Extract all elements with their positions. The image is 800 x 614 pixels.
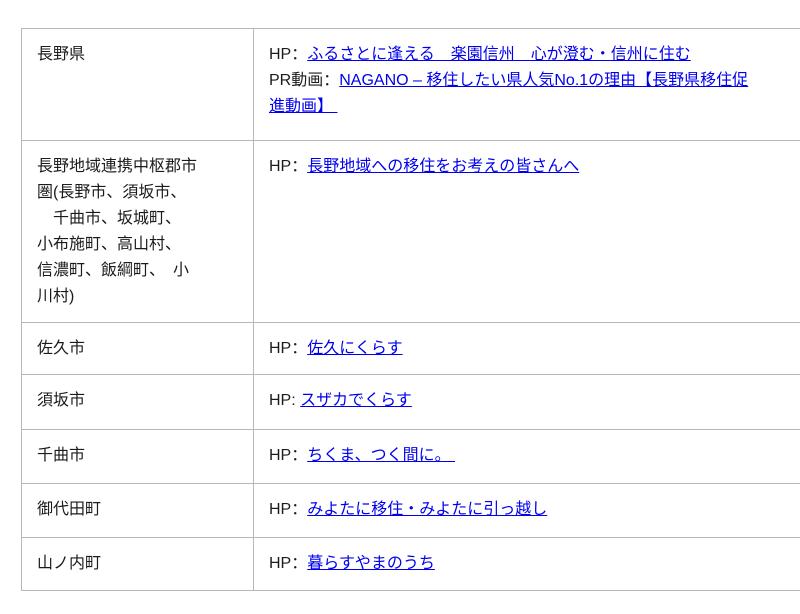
table-row: 佐久市 HP：佐久にくらす xyxy=(22,323,800,375)
hp-line: HP：ちくま、つく間に。 xyxy=(269,443,800,469)
region-cell: 千曲市 xyxy=(22,430,254,484)
hp-link[interactable]: スザカでくらす xyxy=(300,392,412,409)
hp-label: HP： xyxy=(269,447,307,464)
region-cell: 長野地域連携中枢郡市 圏(長野市、須坂市、 千曲市、坂城町、 小布施町、高山村、… xyxy=(22,141,254,323)
pr-video-link[interactable]: NAGANO – 移住したい県人気No.1の理由【長野県移住促 進動画】 xyxy=(269,72,748,115)
links-cell: HP：ちくま、つく間に。 xyxy=(254,430,800,484)
links-cell: HP：ふるさとに逢える 楽園信州 心が澄む・信州に住む PR動画：NAGANO … xyxy=(254,29,800,141)
hp-line: HP：長野地域への移住をお考えの皆さんへ xyxy=(269,154,800,180)
region-name: 長野県 xyxy=(37,42,239,68)
hp-line: HP：みよたに移住・みよたに引っ越し xyxy=(269,497,800,523)
table-row: 長野県 HP：ふるさとに逢える 楽園信州 心が澄む・信州に住む PR動画：NAG… xyxy=(22,29,800,141)
links-cell: HP：みよたに移住・みよたに引っ越し xyxy=(254,484,800,538)
hp-link[interactable]: みよたに移住・みよたに引っ越し xyxy=(307,501,547,518)
table-row: 須坂市 HP: スザカでくらす xyxy=(22,375,800,430)
municipality-hp-table: 長野県 HP：ふるさとに逢える 楽園信州 心が澄む・信州に住む PR動画：NAG… xyxy=(21,28,800,591)
hp-line: HP：暮らすやまのうち xyxy=(269,551,800,577)
hp-line: HP：佐久にくらす xyxy=(269,336,800,362)
region-name: 佐久市 xyxy=(37,336,239,362)
table-row: 長野地域連携中枢郡市 圏(長野市、須坂市、 千曲市、坂城町、 小布施町、高山村、… xyxy=(22,141,800,323)
hp-label: HP： xyxy=(269,340,307,357)
region-cell: 佐久市 xyxy=(22,323,254,375)
hp-label: HP： xyxy=(269,501,307,518)
links-cell: HP：長野地域への移住をお考えの皆さんへ xyxy=(254,141,800,323)
region-cell: 須坂市 xyxy=(22,375,254,430)
region-name: 御代田町 xyxy=(37,497,239,523)
hp-link[interactable]: ちくま、つく間に。 xyxy=(307,447,455,464)
links-cell: HP：佐久にくらす xyxy=(254,323,800,375)
hp-line: HP: スザカでくらす xyxy=(269,388,800,414)
hp-link[interactable]: 長野地域への移住をお考えの皆さんへ xyxy=(307,158,579,175)
table-row: 千曲市 HP：ちくま、つく間に。 xyxy=(22,430,800,484)
hp-link[interactable]: 佐久にくらす xyxy=(307,340,402,357)
links-cell: HP: スザカでくらす xyxy=(254,375,800,430)
hp-label: HP: xyxy=(269,392,300,409)
region-cell: 御代田町 xyxy=(22,484,254,538)
hp-link[interactable]: 暮らすやまのうち xyxy=(307,555,435,572)
region-name: 長野地域連携中枢郡市 圏(長野市、須坂市、 千曲市、坂城町、 小布施町、高山村、… xyxy=(37,154,239,310)
region-name: 須坂市 xyxy=(37,388,239,414)
pr-video-line: PR動画：NAGANO – 移住したい県人気No.1の理由【長野県移住促 進動画… xyxy=(269,68,800,120)
region-name: 山ノ内町 xyxy=(37,551,239,577)
links-cell: HP：暮らすやまのうち xyxy=(254,538,800,591)
hp-line: HP：ふるさとに逢える 楽園信州 心が澄む・信州に住む xyxy=(269,42,800,68)
hp-label: HP： xyxy=(269,46,307,63)
region-name: 千曲市 xyxy=(37,443,239,469)
page: 長野県 HP：ふるさとに逢える 楽園信州 心が澄む・信州に住む PR動画：NAG… xyxy=(0,0,800,614)
region-cell: 山ノ内町 xyxy=(22,538,254,591)
table-row: 御代田町 HP：みよたに移住・みよたに引っ越し xyxy=(22,484,800,538)
hp-label: HP： xyxy=(269,555,307,572)
region-cell: 長野県 xyxy=(22,29,254,141)
pr-video-label: PR動画： xyxy=(269,72,339,89)
hp-label: HP： xyxy=(269,158,307,175)
table-row: 山ノ内町 HP：暮らすやまのうち xyxy=(22,538,800,591)
hp-link[interactable]: ふるさとに逢える 楽園信州 心が澄む・信州に住む xyxy=(307,46,691,63)
